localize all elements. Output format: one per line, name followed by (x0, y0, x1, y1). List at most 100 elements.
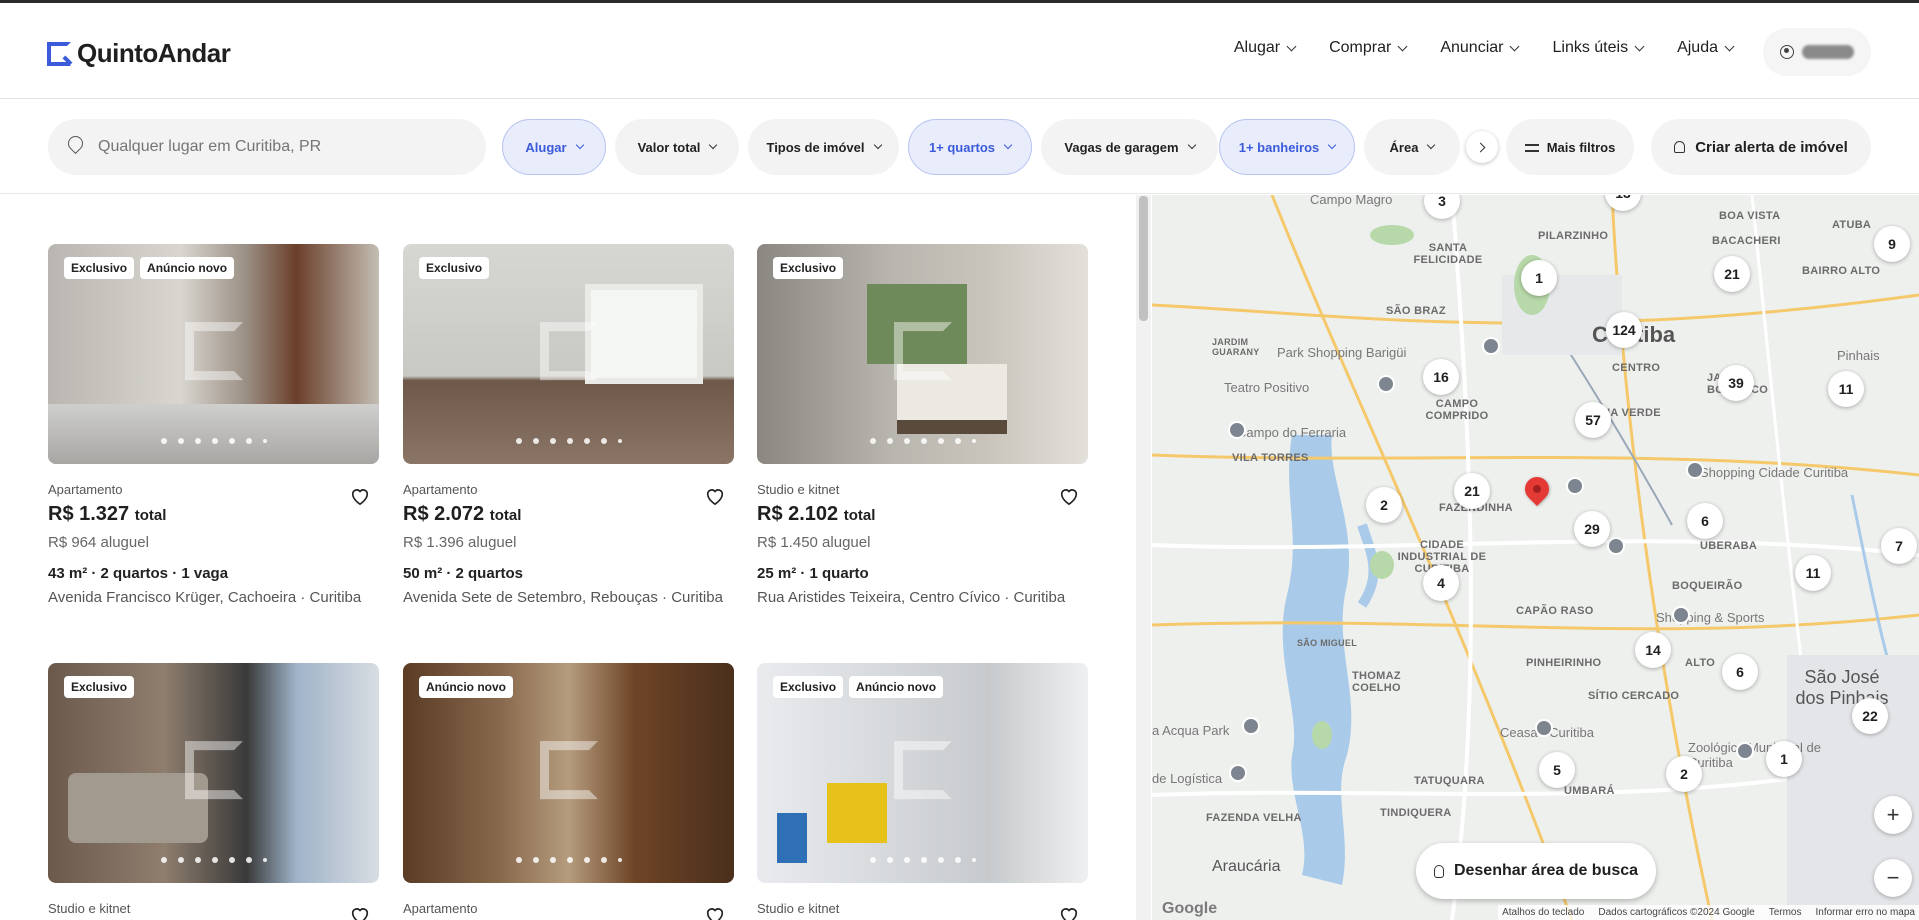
filter-chip-valor-total[interactable]: Valor total (615, 119, 739, 175)
carousel-dot[interactable] (920, 857, 927, 863)
property-card[interactable]: Exclusivo Studio e kitnet (48, 663, 379, 920)
nav-links-uteis[interactable]: Links úteis (1552, 39, 1645, 57)
property-card[interactable]: Exclusivo Studio e kitnet R$ 2.102 total… (757, 244, 1088, 606)
theater-poi-icon[interactable] (1377, 375, 1395, 393)
carousel-dot[interactable] (515, 438, 522, 444)
property-photo[interactable]: Exclusivo Anúncio novo (48, 244, 379, 464)
map-cluster-marker[interactable]: 11 (1828, 371, 1864, 407)
map-cluster-marker[interactable]: 9 (1874, 226, 1910, 262)
carousel-dot[interactable] (937, 438, 944, 444)
map-cluster-marker[interactable]: 6 (1687, 503, 1723, 539)
search-map[interactable]: Campo Magro SANTA FELICIDADE PILARZINHO … (1152, 195, 1919, 920)
photo-carousel-dots[interactable] (160, 438, 267, 444)
favorite-heart-icon[interactable] (704, 486, 726, 506)
favorite-heart-icon[interactable] (1058, 905, 1080, 920)
carousel-dot[interactable] (160, 438, 167, 444)
carousel-dot[interactable] (228, 857, 235, 863)
map-cluster-marker[interactable]: 1 (1766, 741, 1802, 777)
property-card[interactable]: Anúncio novo Apartamento (403, 663, 734, 920)
user-menu-button[interactable] (1763, 28, 1871, 76)
shopping-poi-icon[interactable] (1672, 606, 1690, 624)
filter-chip-vagas-de-garagem[interactable]: Vagas de garagem (1041, 119, 1218, 175)
carousel-dot[interactable] (903, 857, 910, 863)
carousel-dot[interactable] (228, 438, 235, 444)
zoo-poi-icon[interactable] (1736, 742, 1754, 760)
carousel-dot[interactable] (600, 438, 607, 444)
nav-comprar[interactable]: Comprar (1329, 39, 1408, 57)
map-cluster-marker[interactable]: 2 (1366, 487, 1402, 523)
nav-ajuda[interactable]: Ajuda (1677, 39, 1735, 57)
carousel-dot[interactable] (583, 438, 590, 444)
map-cluster-marker[interactable]: 57 (1575, 402, 1611, 438)
carousel-dot[interactable] (532, 438, 539, 444)
carousel-dot[interactable] (194, 857, 201, 863)
map-cluster-marker[interactable]: 124 (1606, 312, 1642, 348)
carousel-dot[interactable] (549, 438, 556, 444)
filter-chip-tipos-de-imovel[interactable]: Tipos de imóvel (748, 119, 899, 175)
map-cluster-marker[interactable]: 22 (1852, 698, 1888, 734)
map-cluster-marker[interactable]: 1 (1521, 260, 1557, 296)
carousel-dot[interactable] (920, 438, 927, 444)
carousel-dot[interactable] (532, 857, 539, 863)
carousel-dot[interactable] (971, 858, 976, 862)
map-cluster-marker[interactable]: 4 (1423, 565, 1459, 601)
scroll-filters-right-button[interactable] (1466, 131, 1498, 163)
listing-scrollbar-thumb[interactable] (1139, 196, 1148, 321)
carousel-dot[interactable] (903, 438, 910, 444)
map-cluster-marker[interactable]: 14 (1635, 632, 1671, 668)
property-card[interactable]: Exclusivo Anúncio novo Studio e kitnet (757, 663, 1088, 920)
carousel-dot[interactable] (177, 857, 184, 863)
property-card[interactable]: Exclusivo Apartamento R$ 2.072 total R$ … (403, 244, 734, 606)
favorite-heart-icon[interactable] (349, 486, 371, 506)
filter-chip-alugar[interactable]: Alugar (502, 119, 606, 175)
property-card[interactable]: Exclusivo Anúncio novo Apartamento R$ 1.3… (48, 244, 379, 606)
carousel-dot[interactable] (869, 438, 876, 444)
carousel-dot[interactable] (971, 439, 976, 443)
carousel-dot[interactable] (262, 439, 267, 443)
carousel-dot[interactable] (937, 857, 944, 863)
carousel-dot[interactable] (886, 438, 893, 444)
map-cluster-marker[interactable]: 21 (1714, 256, 1750, 292)
carousel-dot[interactable] (160, 857, 167, 863)
carousel-dot[interactable] (566, 438, 573, 444)
shopping-poi-icon[interactable] (1535, 719, 1553, 737)
filter-chip-area[interactable]: Área (1364, 119, 1460, 175)
report-error-link[interactable]: Informar erro no mapa (1816, 907, 1916, 918)
photo-carousel-dots[interactable] (515, 857, 622, 863)
photo-carousel-dots[interactable] (869, 438, 976, 444)
carousel-dot[interactable] (177, 438, 184, 444)
location-search[interactable] (48, 119, 486, 175)
photo-carousel-dots[interactable] (160, 857, 267, 863)
carousel-dot[interactable] (617, 858, 622, 862)
property-photo[interactable]: Exclusivo (403, 244, 734, 464)
favorite-heart-icon[interactable] (1058, 486, 1080, 506)
favorite-heart-icon[interactable] (349, 905, 371, 920)
shopping-poi-icon[interactable] (1566, 477, 1584, 495)
more-filters-button[interactable]: Mais filtros (1506, 119, 1634, 175)
favorite-heart-icon[interactable] (704, 905, 726, 920)
shopping-poi-icon[interactable] (1607, 537, 1625, 555)
carousel-dot[interactable] (549, 857, 556, 863)
photo-carousel-dots[interactable] (515, 438, 622, 444)
carousel-dot[interactable] (515, 857, 522, 863)
park-poi-icon[interactable] (1242, 717, 1260, 735)
carousel-dot[interactable] (600, 857, 607, 863)
zoom-out-button[interactable]: − (1874, 859, 1912, 897)
property-photo[interactable]: Exclusivo (757, 244, 1088, 464)
nav-alugar[interactable]: Alugar (1234, 39, 1297, 57)
place-poi-icon[interactable] (1228, 421, 1246, 439)
create-alert-button[interactable]: Criar alerta de imóvel (1651, 119, 1871, 175)
map-cluster-marker[interactable]: 7 (1881, 528, 1917, 564)
carousel-dot[interactable] (583, 857, 590, 863)
carousel-dot[interactable] (617, 439, 622, 443)
carousel-dot[interactable] (211, 857, 218, 863)
property-photo[interactable]: Exclusivo (48, 663, 379, 883)
shopping-poi-icon[interactable] (1482, 337, 1500, 355)
carousel-dot[interactable] (245, 438, 252, 444)
shopping-poi-icon[interactable] (1686, 461, 1704, 479)
map-cluster-marker[interactable]: 39 (1718, 365, 1754, 401)
property-photo[interactable]: Exclusivo Anúncio novo (757, 663, 1088, 883)
carousel-dot[interactable] (211, 438, 218, 444)
search-input[interactable] (98, 138, 458, 156)
keyboard-shortcuts-link[interactable]: Atalhos do teclado (1502, 907, 1584, 918)
